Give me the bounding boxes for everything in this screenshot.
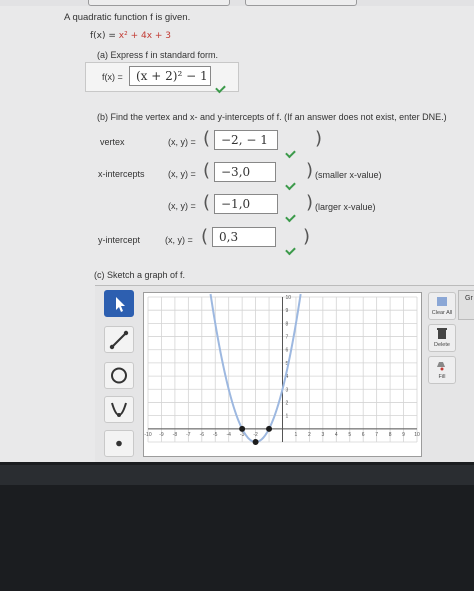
x-tick-label: 2 — [308, 432, 311, 438]
close-paren: ) — [306, 160, 314, 181]
x-tick-label: 6 — [362, 432, 365, 438]
close-paren: ) — [306, 192, 314, 213]
x-tick-label: 1 — [295, 432, 298, 438]
plotted-point — [252, 439, 259, 445]
point-icon — [116, 440, 122, 447]
function-rhs: x² + 4x + 3 — [118, 31, 172, 41]
x-tick-label: 9 — [402, 432, 405, 438]
cursor-arrow-icon — [116, 297, 125, 312]
y-tick-label: 3 — [286, 387, 289, 393]
y-tick-label: 8 — [286, 321, 289, 327]
fill-label: Fill — [438, 374, 446, 380]
bezel-highlight — [0, 465, 474, 485]
part-c-prompt: (c) Sketch a graph of f. — [94, 270, 186, 280]
x-tick-label: 5 — [348, 432, 351, 438]
open-paren: ( — [203, 160, 211, 181]
function-definition: f(x) = x² + 4x + 3 — [90, 31, 171, 41]
x-tick-label: -4 — [226, 432, 231, 438]
close-paren: ) — [303, 226, 311, 247]
x-tick-label: -9 — [159, 432, 164, 438]
x-tick-label: -5 — [213, 432, 218, 438]
previous-box — [245, 0, 357, 6]
y-tick-label: 7 — [286, 335, 289, 341]
larger-note: (larger x-value) — [315, 202, 376, 212]
x-tick-label: -6 — [200, 432, 205, 438]
delete-label: Delete — [434, 342, 450, 348]
part-b-prompt: (b) Find the vertex and x- and y-interce… — [97, 112, 447, 122]
circle-tool[interactable] — [104, 362, 134, 389]
x-tick-label: -7 — [186, 432, 191, 438]
line-tool[interactable] — [104, 326, 134, 353]
check-icon — [285, 179, 296, 191]
fill-icon — [437, 362, 445, 371]
function-lhs: f(x) = — [90, 31, 119, 41]
circle-icon — [111, 367, 127, 384]
vertex-answer-field[interactable]: −2, − 1 — [214, 130, 278, 150]
fill-button[interactable]: Fill — [428, 356, 456, 384]
trash-icon — [437, 328, 447, 339]
x-intercepts-label: x-intercepts — [98, 169, 145, 179]
y-tick-label: 6 — [286, 348, 289, 354]
graph-canvas[interactable]: -10 -9 -8 -7 -6 -5 -4 -3 -2 1 2 3 4 5 6 7 8 9 10 10 9 8 7 6 5 4 3 2… — [143, 292, 422, 457]
line-segment-icon — [109, 330, 129, 350]
clear-all-label: Clear All — [431, 310, 453, 316]
x-tick-label: 3 — [321, 432, 324, 438]
close-paren: ) — [315, 128, 323, 149]
x-intercept-smaller-field[interactable]: −3,0 — [214, 162, 276, 182]
x-tick-label: 8 — [389, 432, 392, 438]
check-icon — [285, 147, 296, 159]
parabola-icon — [111, 402, 127, 417]
x-intercept-larger-field[interactable]: −1,0 — [214, 194, 278, 214]
y-intercept-field[interactable]: 0,3 — [212, 227, 276, 247]
open-paren: ( — [201, 226, 209, 247]
screen: A quadratic function f is given. f(x) = … — [0, 0, 474, 462]
coord-label: (x, y) = — [168, 201, 196, 211]
question-intro: A quadratic function f is given. — [64, 12, 191, 23]
pointer-tool[interactable] — [104, 290, 134, 317]
coord-label: (x, y) = — [168, 137, 196, 147]
y-tick-label: 10 — [286, 295, 292, 301]
part-a-answer-field[interactable]: (x + 2)² − 1 — [129, 66, 211, 86]
parabola-tool[interactable] — [104, 396, 134, 423]
vertex-label: vertex — [100, 137, 125, 147]
delete-button[interactable]: Delete — [428, 324, 456, 352]
coord-label: (x, y) = — [165, 235, 193, 245]
x-tick-label: -10 — [144, 432, 151, 438]
x-tick-label: 10 — [414, 432, 420, 438]
point-tool[interactable] — [104, 430, 134, 457]
clear-all-icon — [437, 297, 447, 306]
clear-all-button[interactable]: Clear All — [428, 292, 456, 320]
part-a-prompt: (a) Express f in standard form. — [97, 50, 219, 60]
open-paren: ( — [203, 128, 211, 149]
x-tick-label: 4 — [335, 432, 338, 438]
coord-label: (x, y) = — [168, 169, 196, 179]
graph-side-tab[interactable]: Gr — [458, 290, 474, 320]
x-tick-label: 7 — [375, 432, 378, 438]
previous-box — [88, 0, 230, 6]
y-tick-label: 9 — [286, 308, 289, 314]
x-tick-label: -8 — [173, 432, 178, 438]
x-tick-label: -2 — [253, 432, 258, 438]
check-icon — [285, 244, 296, 256]
check-icon — [285, 211, 296, 223]
drawing-toolbar — [100, 290, 138, 462]
graph-svg[interactable]: -10 -9 -8 -7 -6 -5 -4 -3 -2 1 2 3 4 5 6 7 8 9 101098765432… — [144, 293, 421, 456]
y-tick-label: 2 — [286, 400, 289, 406]
smaller-note: (smaller x-value) — [315, 170, 382, 180]
part-a-label: f(x) = — [102, 72, 123, 82]
top-bar — [0, 0, 474, 6]
open-paren: ( — [203, 192, 211, 213]
plotted-point — [239, 425, 246, 432]
plotted-point — [266, 425, 273, 432]
y-tick-label: 1 — [286, 414, 289, 420]
y-intercept-label: y-intercept — [98, 235, 141, 245]
